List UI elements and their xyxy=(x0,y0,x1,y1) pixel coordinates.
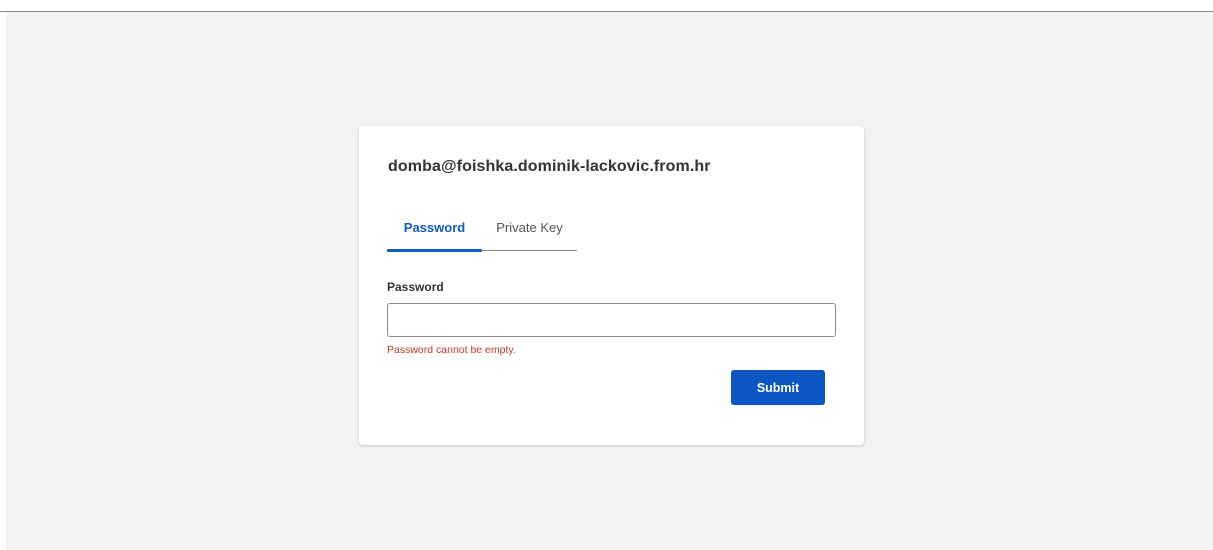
password-label: Password xyxy=(387,280,444,294)
auth-tabs: Password Private Key xyxy=(387,212,577,252)
password-input[interactable] xyxy=(387,303,836,337)
host-title: domba@foishka.dominik-lackovic.from.hr xyxy=(388,158,711,175)
tab-private-key[interactable]: Private Key xyxy=(482,212,577,250)
password-error-message: Password cannot be empty. xyxy=(387,344,516,356)
submit-button[interactable]: Submit xyxy=(731,370,825,405)
tab-password[interactable]: Password xyxy=(387,212,482,252)
login-card: domba@foishka.dominik-lackovic.from.hr P… xyxy=(359,126,864,445)
